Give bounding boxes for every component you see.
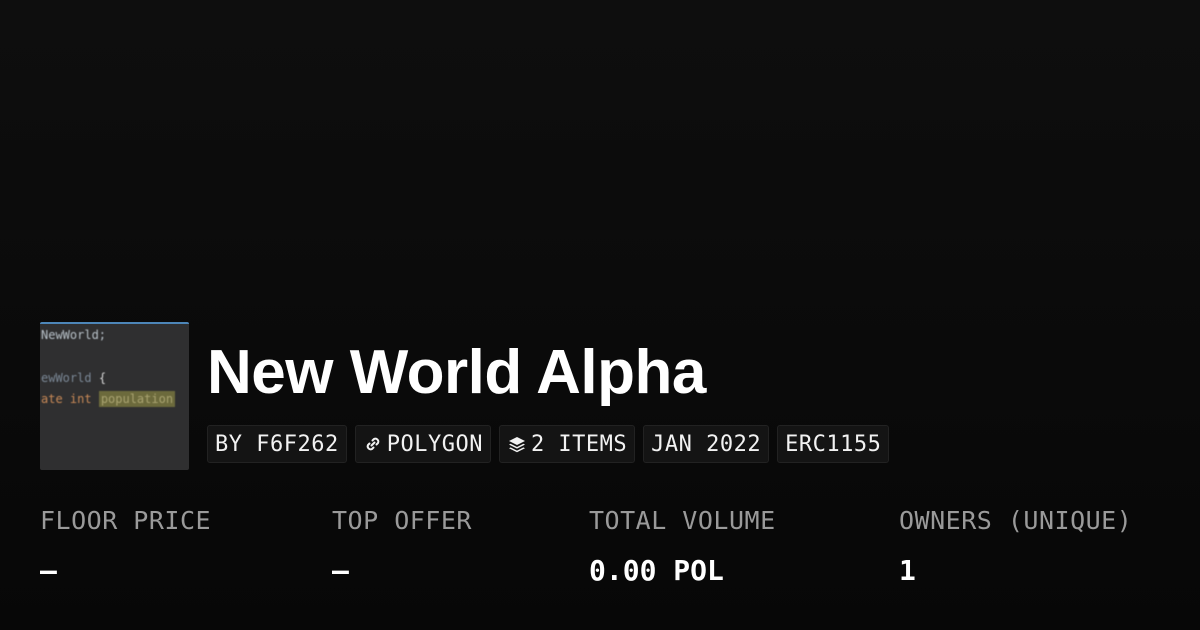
standard-badge: ERC1155 [777,425,890,463]
date-badge: JAN 2022 [643,425,770,463]
collection-thumbnail: NewWorld; ewWorld { ate int population [40,322,189,470]
items-label: 2 ITEMS [530,431,628,457]
chain-label: POLYGON [386,431,483,457]
layers-icon [507,434,527,454]
total-volume-stat: TOTAL VOLUME 0.00 POL [589,505,776,588]
items-badge[interactable]: 2 ITEMS [498,425,636,463]
stats-row: FLOOR PRICE – TOP OFFER – TOTAL VOLUME 0… [0,505,1200,605]
top-offer-label: TOP OFFER [332,506,472,535]
creator-badge[interactable]: BY F6F262 [207,425,347,463]
collection-title: New World Alpha [207,338,706,407]
badge-row: BY F6F262 POLYGON 2 ITEMS JAN 2022 ERC11… [207,425,890,463]
total-volume-label: TOTAL VOLUME [589,506,776,535]
thumbnail-code-line: ate int population [41,391,176,407]
link-icon [363,434,383,454]
creator-label: BY F6F262 [215,431,339,457]
floor-price-label: FLOOR PRICE [40,506,212,535]
owners-label: OWNERS (UNIQUE) [899,506,1133,535]
floor-price-stat: FLOOR PRICE – [40,505,211,588]
total-volume-value: 0.00 POL [589,554,724,587]
title-block: New World Alpha BY F6F262 POLYGON 2 ITEM… [207,322,890,463]
owners-stat: OWNERS (UNIQUE) 1 [899,505,1132,588]
collection-header: NewWorld; ewWorld { ate int population N… [40,322,890,470]
top-offer-stat: TOP OFFER – [332,505,472,588]
standard-label: ERC1155 [785,431,882,457]
floor-price-value: – [40,554,57,587]
top-offer-value: – [332,554,349,587]
thumbnail-code-line: NewWorld; [41,328,107,342]
date-label: JAN 2022 [651,431,762,457]
thumbnail-code-line: ewWorld { [41,371,107,385]
chain-badge[interactable]: POLYGON [354,425,491,463]
owners-value: 1 [899,554,916,587]
